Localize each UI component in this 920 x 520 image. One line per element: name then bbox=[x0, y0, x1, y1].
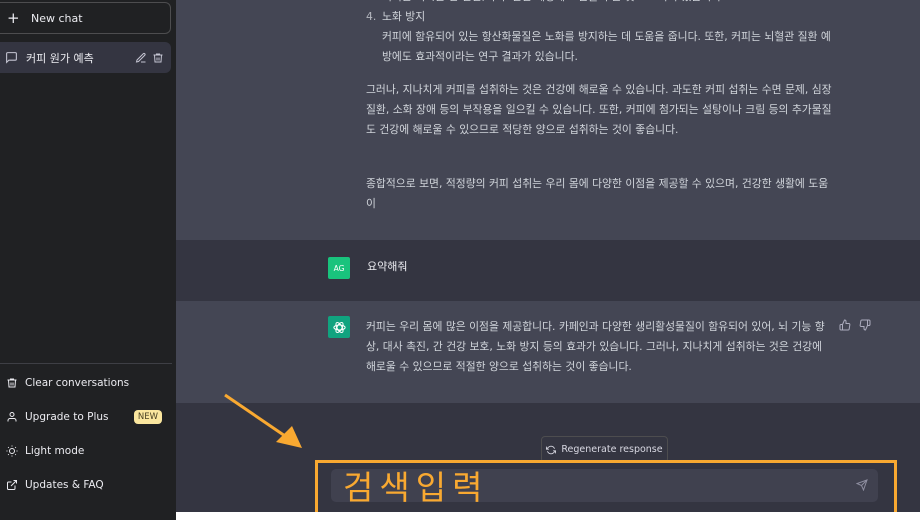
chat-main: 커피는 역시는 한 잔만, 구주 잔잔 계상에 도움을 주는 것으로 나와 있습… bbox=[176, 0, 920, 520]
list-heading: 노화 방지 bbox=[382, 10, 426, 23]
sun-icon bbox=[6, 445, 18, 457]
light-mode-button[interactable]: Light mode bbox=[0, 436, 172, 466]
user-message-text: 요약해줘 bbox=[367, 260, 408, 273]
trash-icon[interactable] bbox=[152, 52, 164, 64]
send-icon[interactable] bbox=[856, 479, 868, 491]
regenerate-response-button[interactable]: Regenerate response bbox=[541, 436, 668, 463]
message-text-cut: 커피는 역시는 한 잔만, 구주 잔잔 계상에 도움을 주는 것으로 나와 있습… bbox=[382, 0, 725, 7]
external-link-icon bbox=[6, 479, 18, 491]
sidebar-divider bbox=[0, 363, 172, 364]
new-badge: NEW bbox=[133, 410, 162, 424]
upgrade-to-plus-button[interactable]: Upgrade to Plus NEW bbox=[0, 402, 172, 432]
message-input[interactable] bbox=[343, 467, 833, 503]
menu-label: Upgrade to Plus bbox=[25, 411, 109, 423]
plus-icon: + bbox=[7, 8, 20, 27]
conversation-title: 커피 원가 예측 bbox=[26, 51, 94, 65]
chat-bubble-icon bbox=[5, 51, 18, 64]
new-chat-button[interactable]: + New chat bbox=[0, 2, 171, 34]
bottom-edge bbox=[176, 512, 920, 520]
annotation-arrow bbox=[224, 393, 302, 448]
menu-label: Light mode bbox=[25, 445, 85, 457]
message-paragraph: 그러나, 지나치게 커피를 섭취하는 것은 건강에 해로울 수 있습니다. 과도… bbox=[366, 83, 832, 136]
user-message bbox=[176, 240, 920, 301]
trash-icon bbox=[6, 377, 18, 389]
updates-faq-link[interactable]: Updates & FAQ bbox=[0, 470, 172, 500]
assistant-message-text: 커피는 우리 몸에 많은 이점을 제공합니다. 카페인과 다양한 생리활성물질이… bbox=[366, 320, 825, 373]
feedback-buttons bbox=[839, 319, 871, 331]
refresh-icon bbox=[546, 445, 557, 455]
assistant-message-previous: 커피는 역시는 한 잔만, 구주 잔잔 계상에 도움을 주는 것으로 나와 있습… bbox=[176, 0, 920, 240]
list-number: 4. bbox=[366, 10, 377, 23]
clear-conversations-button[interactable]: Clear conversations bbox=[0, 368, 172, 398]
menu-label: Clear conversations bbox=[25, 377, 130, 389]
user-avatar: AG bbox=[328, 257, 350, 279]
list-body: 커피에 함유되어 있는 항산화물질은 노화를 방지하는 데 도움을 줍니다. 또… bbox=[382, 30, 831, 63]
thumbs-up-icon[interactable] bbox=[839, 319, 851, 331]
sidebar: + New chat 커피 원가 예측 Clear conversations … bbox=[0, 0, 176, 520]
message-paragraph: 종합적으로 보면, 적정량의 커피 섭취는 우리 몸에 다양한 이점을 제공할 … bbox=[366, 177, 829, 210]
edit-icon[interactable] bbox=[135, 52, 147, 64]
menu-label: Updates & FAQ bbox=[25, 479, 104, 491]
conversation-item[interactable]: 커피 원가 예측 bbox=[0, 42, 171, 73]
regenerate-label: Regenerate response bbox=[561, 444, 663, 455]
user-icon bbox=[6, 411, 18, 423]
new-chat-label: New chat bbox=[31, 11, 83, 25]
thumbs-down-icon[interactable] bbox=[859, 319, 871, 331]
message-input-container bbox=[331, 467, 878, 503]
chatgpt-logo-icon bbox=[328, 316, 350, 338]
